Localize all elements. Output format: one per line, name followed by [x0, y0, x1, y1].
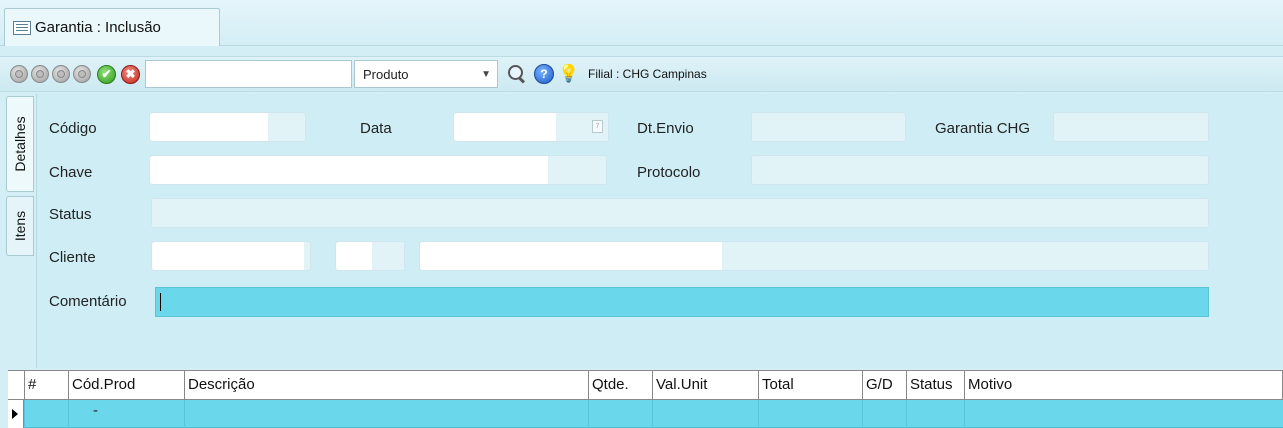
cell-gd[interactable] — [862, 400, 906, 428]
dt-envio-field[interactable] — [751, 112, 906, 142]
cell-num[interactable] — [24, 400, 68, 428]
cliente-label: Cliente — [49, 249, 96, 266]
grid-header: # Cód.Prod Descrição Qtde. Val.Unit Tota… — [8, 370, 1283, 401]
chave-field[interactable] — [149, 155, 607, 185]
next-record-button[interactable] — [52, 65, 70, 83]
tab-itens[interactable]: Itens — [6, 196, 34, 256]
tab-detalhes-label: Detalhes — [12, 116, 28, 172]
col-header-num[interactable]: # — [24, 371, 68, 401]
cell-cod-prod[interactable]: - — [68, 400, 184, 428]
cell-motivo[interactable] — [964, 400, 1283, 428]
confirm-button[interactable]: ✔ — [97, 64, 116, 84]
protocolo-label: Protocolo — [637, 164, 701, 181]
comentario-field[interactable] — [155, 287, 1209, 317]
cell-val-unit[interactable] — [652, 400, 758, 428]
form-icon — [13, 20, 31, 35]
chevron-down-icon: ▼ — [481, 68, 491, 80]
tab-title: Garantia : Inclusão — [35, 19, 161, 36]
tab-garantia-inclusao[interactable]: Garantia : Inclusão — [4, 8, 220, 46]
tab-itens-label: Itens — [12, 210, 28, 242]
cliente-name-field[interactable] — [419, 241, 1209, 271]
cell-status[interactable] — [906, 400, 964, 428]
cliente-code-field[interactable] — [151, 241, 311, 271]
col-header-status[interactable]: Status — [906, 371, 964, 401]
chave-label: Chave — [49, 164, 93, 181]
row-pointer-icon — [8, 400, 24, 428]
status-field[interactable] — [151, 198, 1209, 228]
calendar-icon[interactable]: 7 — [592, 120, 603, 133]
codigo-field[interactable] — [149, 112, 306, 142]
cell-qtde[interactable] — [588, 400, 652, 428]
comentario-label: Comentário — [49, 293, 127, 310]
col-header-gd[interactable]: G/D — [862, 371, 906, 401]
codigo-label: Código — [49, 120, 97, 137]
data-field[interactable]: 7 — [453, 112, 609, 142]
filter-input[interactable] — [145, 60, 352, 88]
garantia-chg-field[interactable] — [1053, 112, 1209, 142]
first-record-button[interactable] — [10, 65, 28, 83]
filial-label: Filial : CHG Campinas — [588, 67, 707, 81]
toolbar: ✔ ✖ Produto ▼ ? 💡 Filial : CHG Campinas — [0, 56, 1283, 92]
side-tabs: Detalhes Itens — [6, 92, 36, 368]
search-icon[interactable] — [506, 63, 528, 85]
text-caret — [160, 293, 161, 311]
document-tab-bar: Garantia : Inclusão — [0, 0, 1283, 46]
lightbulb-icon[interactable]: 💡 — [558, 63, 579, 85]
previous-record-button[interactable] — [31, 65, 49, 83]
protocolo-field[interactable] — [751, 155, 1209, 185]
col-header-total[interactable]: Total — [758, 371, 862, 401]
garantia-chg-label: Garantia CHG — [935, 120, 1031, 137]
tab-detalhes[interactable]: Detalhes — [6, 96, 34, 192]
last-record-button[interactable] — [73, 65, 91, 83]
data-label: Data — [360, 120, 392, 137]
help-icon[interactable]: ? — [534, 64, 554, 84]
col-header-motivo[interactable]: Motivo — [964, 371, 1283, 401]
cell-total[interactable] — [758, 400, 862, 428]
check-icon: ✔ — [101, 67, 112, 81]
col-header-descricao[interactable]: Descrição — [184, 371, 588, 401]
col-header-val-unit[interactable]: Val.Unit — [652, 371, 758, 401]
status-label: Status — [49, 206, 92, 223]
cell-descricao[interactable] — [184, 400, 588, 428]
search-type-select[interactable]: Produto ▼ — [354, 60, 498, 88]
table-row[interactable]: - — [8, 400, 1283, 428]
col-header-qtde[interactable]: Qtde. — [588, 371, 652, 401]
cliente-store-field[interactable] — [335, 241, 405, 271]
dt-envio-label: Dt.Envio — [637, 120, 694, 137]
search-type-value: Produto — [363, 66, 409, 82]
cancel-button[interactable]: ✖ — [121, 64, 140, 84]
close-icon: ✖ — [125, 67, 136, 81]
details-panel: Código Data 7 Dt.Envio Garantia CHG Chav… — [36, 94, 1283, 368]
items-grid: # Cód.Prod Descrição Qtde. Val.Unit Tota… — [8, 370, 1283, 428]
col-header-cod-prod[interactable]: Cód.Prod — [68, 371, 184, 401]
